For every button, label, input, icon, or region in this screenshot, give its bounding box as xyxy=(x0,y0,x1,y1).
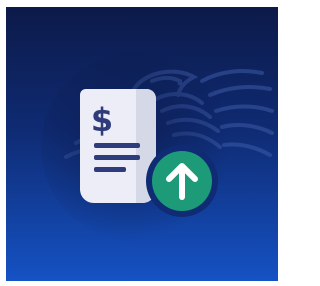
document-line xyxy=(94,143,140,148)
document-line xyxy=(94,167,126,172)
document-line xyxy=(94,155,140,160)
upload-badge xyxy=(146,145,218,217)
dollar-symbol: $ xyxy=(91,101,113,139)
app-icon-graphic: $ xyxy=(41,52,274,242)
invoice-document-icon: $ xyxy=(80,89,156,203)
app-icon-tile[interactable]: $ xyxy=(6,7,278,281)
